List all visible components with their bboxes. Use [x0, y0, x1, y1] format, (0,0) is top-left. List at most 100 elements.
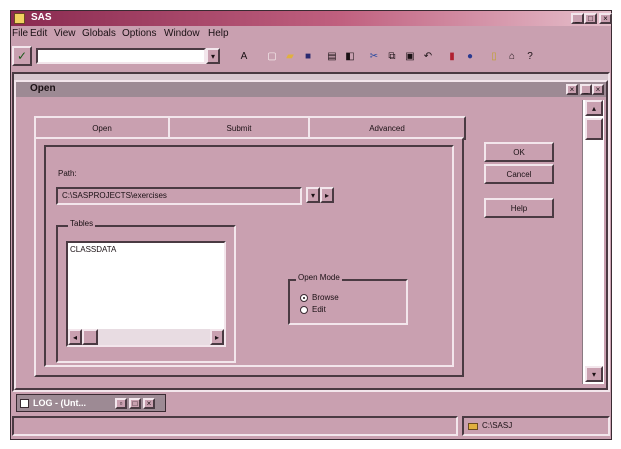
status-bar: C:\SASJ — [12, 414, 610, 438]
horizontal-scrollbar[interactable]: ◂ ▸ — [68, 329, 224, 345]
log-maximize-button[interactable]: □ — [129, 398, 141, 409]
dialog-close-button[interactable]: × — [566, 84, 578, 95]
path-dropdown-button[interactable]: ▾ — [306, 187, 320, 203]
copy-icon[interactable]: ⧉ — [384, 48, 400, 64]
scroll-thumb[interactable] — [585, 118, 603, 140]
dialog-maximize-button[interactable]: × — [592, 84, 604, 95]
tab-open-label: Open — [92, 123, 112, 133]
list-item[interactable]: CLASSDATA — [70, 245, 116, 254]
path-value: C:\SASPROJECTS\exercises — [62, 191, 167, 200]
radio-edit-label: Edit — [312, 305, 326, 314]
open-group: Path: C:\SASPROJECTS\exercises ▾ ▸ Table… — [44, 145, 454, 367]
tables-label: Tables — [68, 219, 96, 228]
minimized-log-window[interactable]: LOG - (Unt... ▫ □ × — [16, 394, 166, 412]
maximize-icon: □ — [132, 399, 138, 408]
radio-selected-icon — [300, 294, 308, 302]
menu-options[interactable]: Options — [122, 28, 156, 39]
path-field[interactable]: C:\SASPROJECTS\exercises — [56, 187, 302, 205]
menu-edit[interactable]: Edit — [30, 28, 47, 39]
sas-logo-icon — [14, 13, 25, 24]
book-icon[interactable]: ▮ — [444, 48, 460, 64]
minimize-button[interactable]: _ — [571, 13, 584, 24]
cancel-button-label: Cancel — [506, 169, 532, 179]
cut-icon[interactable]: ✂ — [366, 48, 382, 64]
close-icon: × — [146, 399, 152, 408]
path-browse-button[interactable]: ▸ — [320, 187, 334, 203]
dialog-title: Open — [30, 83, 56, 94]
maximize-button[interactable]: □ — [584, 13, 597, 24]
radio-unselected-icon — [300, 306, 308, 314]
close-button[interactable]: × — [599, 13, 612, 24]
chevron-left-icon: ◂ — [72, 332, 77, 342]
menu-help[interactable]: Help — [208, 28, 229, 39]
scroll-left-button[interactable]: ◂ — [68, 329, 82, 345]
vertical-scrollbar[interactable]: ▴ ▾ — [582, 100, 604, 384]
app-title-bar: SAS _ □ × — [11, 11, 612, 26]
close-icon: × — [603, 14, 608, 23]
menu-view[interactable]: View — [54, 28, 76, 39]
command-box[interactable] — [36, 48, 206, 64]
log-close-button[interactable]: × — [143, 398, 155, 409]
scroll-down-button[interactable]: ▾ — [585, 366, 603, 382]
help-button-label: Help — [510, 203, 528, 213]
radio-edit[interactable]: Edit — [300, 305, 370, 317]
help-icon[interactable]: ? — [522, 48, 538, 64]
minimize-icon: _ — [583, 85, 589, 94]
close-icon: × — [595, 85, 601, 94]
tables-list[interactable]: CLASSDATA ◂ ▸ — [66, 241, 226, 347]
scroll-right-button[interactable]: ▸ — [210, 329, 224, 345]
folder-icon — [468, 423, 478, 430]
save-icon[interactable]: ■ — [300, 48, 316, 64]
chevron-up-icon: ▴ — [591, 103, 596, 113]
log-window-title: LOG - (Unt... — [33, 398, 86, 408]
checkmark-button[interactable]: ✓ — [12, 46, 32, 66]
scroll-up-button[interactable]: ▴ — [585, 100, 603, 116]
cancel-button[interactable]: Cancel — [484, 164, 554, 184]
open-dialog: Open × _ × ▴ ▾ Open Submit Advanced Path… — [14, 80, 608, 390]
tab-strip: Open Submit Advanced — [34, 116, 466, 140]
restore-icon: ▫ — [119, 399, 123, 408]
chevron-right-icon: ▸ — [324, 190, 329, 200]
chevron-down-icon: ▾ — [310, 190, 315, 200]
paste-icon[interactable]: ▣ — [402, 48, 418, 64]
help-button[interactable]: Help — [484, 198, 554, 218]
menu-window[interactable]: Window — [164, 28, 200, 39]
maximize-icon: □ — [588, 14, 593, 23]
status-path-panel: C:\SASJ — [462, 416, 610, 436]
menu-file[interactable]: File — [12, 28, 28, 39]
explorer-icon[interactable]: ⌂ — [504, 48, 520, 64]
submit-icon[interactable]: ● — [462, 48, 478, 64]
chevron-right-icon: ▸ — [214, 332, 219, 342]
open-folder-icon[interactable]: ▰ — [282, 48, 298, 64]
close-icon: × — [569, 85, 575, 94]
log-restore-button[interactable]: ▫ — [115, 398, 127, 409]
chevron-down-icon: ▾ — [210, 51, 215, 61]
tab-panel: Path: C:\SASPROJECTS\exercises ▾ ▸ Table… — [34, 137, 464, 377]
ok-button[interactable]: OK — [484, 142, 554, 162]
print-icon[interactable]: ▤ — [324, 48, 340, 64]
radio-browse[interactable]: Browse — [300, 293, 370, 305]
command-dropdown-button[interactable]: ▾ — [206, 48, 220, 64]
scroll-thumb[interactable] — [82, 329, 98, 345]
tab-open[interactable]: Open — [34, 116, 170, 138]
checkmark-icon: ✓ — [16, 49, 28, 63]
status-path: C:\SASJ — [482, 421, 513, 430]
app-title: SAS — [31, 12, 52, 23]
minimize-icon: _ — [575, 14, 580, 23]
dialog-minimize-button[interactable]: _ — [580, 84, 592, 95]
path-label: Path: — [58, 169, 77, 178]
status-message-panel — [12, 416, 458, 436]
print-preview-icon[interactable]: ◧ — [342, 48, 358, 64]
undo-icon[interactable]: ↶ — [420, 48, 436, 64]
menu-bar: File Edit View Globals Options Window He… — [12, 28, 412, 42]
tables-group: Tables CLASSDATA ◂ ▸ — [56, 219, 236, 363]
open-mode-group: Open Mode Browse Edit — [288, 273, 408, 325]
library-icon[interactable]: ▯ — [486, 48, 502, 64]
radio-browse-label: Browse — [312, 293, 339, 302]
zoom-icon[interactable]: A — [236, 48, 252, 64]
tab-advanced-label: Advanced — [369, 123, 405, 133]
new-file-icon[interactable]: ▢ — [264, 48, 280, 64]
log-window-icon — [20, 399, 29, 408]
dialog-title-bar: Open × _ × — [16, 82, 606, 97]
menu-globals[interactable]: Globals — [82, 28, 116, 39]
